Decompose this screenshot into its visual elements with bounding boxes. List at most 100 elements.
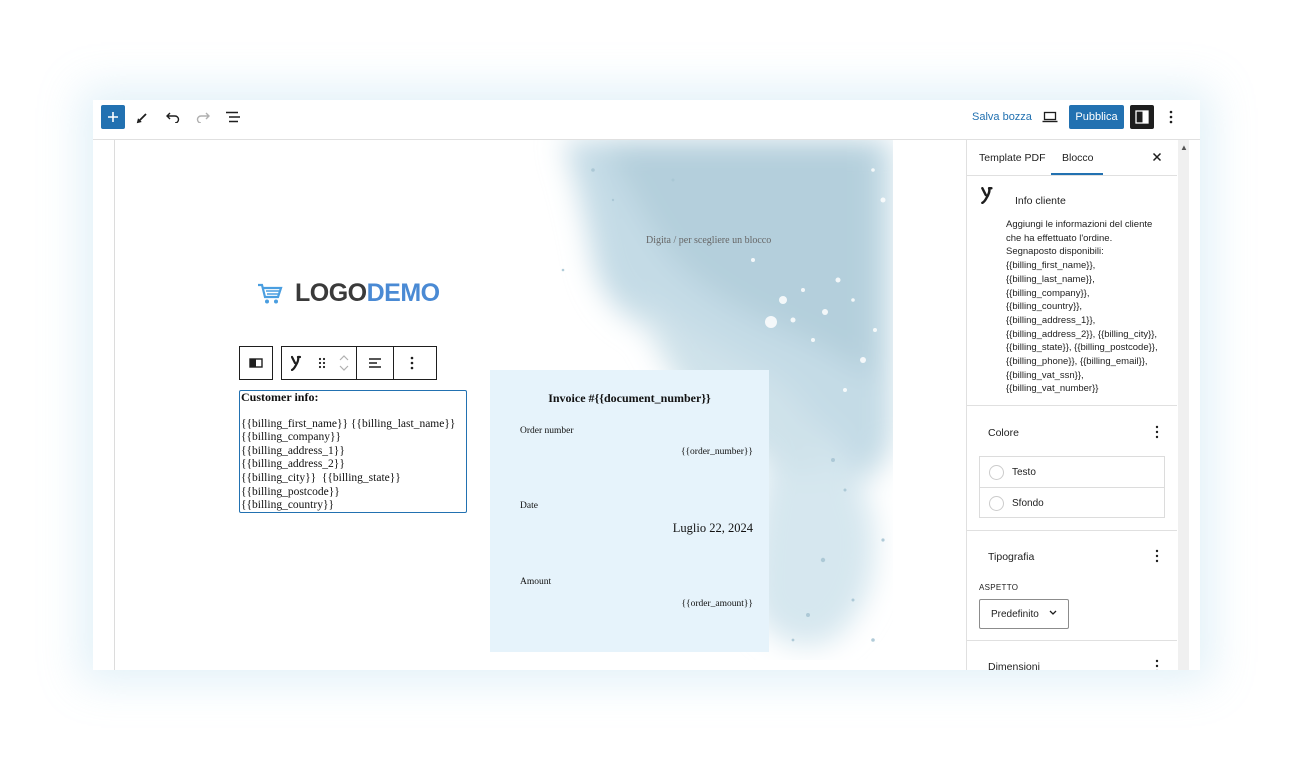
sidebar-icon: [1135, 110, 1149, 124]
date-label: Date: [520, 501, 538, 511]
customer-info-block[interactable]: Customer info: {{billing_first_name}} {{…: [239, 390, 467, 513]
sidebar-scrollbar[interactable]: [1178, 140, 1189, 670]
color-options: Testo Sfondo: [979, 456, 1165, 518]
description-line: {{billing_country}},: [1006, 301, 1083, 313]
aspect-select[interactable]: Predefinito: [979, 599, 1069, 629]
logo[interactable]: LOGODEMO: [257, 279, 440, 308]
aspect-label: ASPETTO: [979, 583, 1019, 592]
description-line: che ha effettuato l'ordine.: [1006, 232, 1113, 244]
block-options-button[interactable]: [393, 347, 430, 379]
panel-divider: [967, 405, 1177, 406]
redo-button[interactable]: [191, 105, 215, 129]
color-swatch: [989, 495, 1004, 511]
text-color-option[interactable]: Testo: [980, 457, 1164, 488]
kebab-icon: [410, 356, 414, 370]
typography-panel-title[interactable]: Tipografia: [988, 551, 1034, 563]
pencil-icon: [136, 113, 147, 124]
plus-icon: [108, 112, 118, 122]
scroll-up-icon[interactable]: ▲: [1180, 143, 1188, 152]
add-block-button[interactable]: [101, 105, 125, 129]
customer-line: {{billing_postcode}}: [241, 485, 340, 498]
yith-logo-icon: [291, 355, 302, 371]
align-text-button[interactable]: [356, 347, 393, 379]
editor-canvas[interactable]: Digita / per scegliere un blocco LOGODEM…: [93, 140, 966, 670]
settings-sidebar: Template PDF Blocco ▲ Info cliente Aggiu…: [966, 140, 1200, 670]
block-info-title: Info cliente: [1015, 195, 1066, 207]
editor-toolbar: Salva bozza Pubblica: [93, 100, 1200, 140]
block-toolbar: [281, 346, 437, 380]
description-line: Aggiungi le informazioni del cliente: [1006, 219, 1153, 230]
panel-divider: [967, 530, 1177, 531]
editor-window: Salva bozza Pubblica Digita / per scegli…: [93, 100, 1200, 670]
publish-button[interactable]: Pubblica: [1069, 105, 1124, 129]
color-swatch: [989, 464, 1004, 480]
undo-icon: [166, 112, 180, 123]
customer-line: {{billing_address_2}}: [241, 458, 345, 471]
undo-button[interactable]: [161, 105, 185, 129]
settings-sidebar-toggle[interactable]: [1130, 105, 1154, 129]
invoice-block[interactable]: Invoice #{{document_number}} Order numbe…: [490, 370, 769, 652]
active-tab-indicator: [1051, 173, 1103, 175]
block-parent-select-button[interactable]: [239, 346, 273, 380]
block-mover[interactable]: [332, 347, 356, 379]
block-info-description: Aggiungi le informazioni del cliente che…: [1006, 218, 1171, 396]
tools-button[interactable]: [131, 105, 155, 129]
save-draft-button[interactable]: Salva bozza: [972, 111, 1032, 123]
align-left-icon: [369, 358, 381, 368]
amount-value: {{order_amount}}: [681, 599, 753, 609]
description-line: {{billing_last_name}},: [1006, 273, 1095, 285]
description-line: {{billing_vat_number}}: [1006, 383, 1099, 395]
customer-line: {{billing_city}} {{billing_state}}: [241, 471, 401, 484]
chevron-down-icon: [1049, 610, 1057, 615]
customer-line: {{billing_first_name}} {{billing_last_na…: [241, 417, 456, 430]
drag-icon: [318, 357, 326, 369]
description-line: {{billing_vat_ssn}},: [1006, 369, 1084, 381]
background-color-label: Sfondo: [1012, 497, 1044, 509]
logo-text-dark: LOGO: [295, 279, 367, 307]
document-overview-button[interactable]: [221, 105, 245, 129]
customer-line: {{billing_address_1}}: [241, 444, 345, 457]
order-number-label: Order number: [520, 426, 574, 436]
options-menu-button[interactable]: [1159, 105, 1183, 129]
logo-text-blue: DEMO: [366, 279, 441, 307]
background-color-option[interactable]: Sfondo: [980, 488, 1164, 518]
shopping-cart-icon: [258, 283, 283, 303]
amount-label: Amount: [520, 577, 552, 587]
description-line: {{billing_address_1}},: [1006, 314, 1096, 326]
chevron-up-icon[interactable]: [339, 355, 349, 361]
drag-handle[interactable]: [312, 347, 332, 379]
aspect-select-value: Predefinito: [991, 608, 1039, 620]
color-panel-title[interactable]: Colore: [988, 427, 1019, 439]
preview-button[interactable]: [1038, 105, 1062, 129]
list-view-icon: [226, 111, 240, 123]
tab-template-pdf[interactable]: Template PDF: [979, 152, 1046, 164]
kebab-icon[interactable]: [1151, 549, 1163, 563]
yith-logo-icon: [981, 187, 993, 204]
close-icon[interactable]: [1149, 149, 1165, 165]
redo-icon: [196, 112, 210, 123]
description-line: {{billing_company}},: [1006, 287, 1090, 299]
kebab-icon[interactable]: [1151, 659, 1163, 670]
tab-block[interactable]: Blocco: [1062, 152, 1094, 164]
description-line: {{billing_phone}}, {{billing_email}},: [1006, 356, 1148, 368]
logo-text: LOGODEMO: [295, 279, 440, 308]
panel-divider: [967, 640, 1177, 641]
customer-line: {{billing_company}}: [241, 431, 342, 444]
block-type-button[interactable]: [282, 347, 312, 379]
text-color-label: Testo: [1012, 466, 1036, 478]
columns-icon: [249, 358, 263, 368]
order-number-value: {{order_number}}: [680, 447, 753, 457]
description-line: {{billing_first_name}},: [1006, 260, 1096, 272]
dimensions-panel-title[interactable]: Dimensioni: [988, 661, 1040, 670]
kebab-icon[interactable]: [1151, 425, 1163, 439]
customer-info-title: Customer info:: [241, 390, 319, 404]
block-placeholder[interactable]: Digita / per scegliere un blocco: [646, 235, 771, 246]
description-line: {{billing_state}}, {{billing_postcode}},: [1006, 342, 1158, 354]
customer-line: {{billing_country}}: [241, 499, 334, 512]
description-line: Segnaposto disponibili:: [1006, 246, 1104, 258]
description-line: {{billing_address_2}}, {{billing_city}},: [1006, 328, 1158, 340]
date-value: Luglio 22, 2024: [672, 521, 753, 535]
laptop-icon: [1042, 111, 1058, 123]
chevron-down-icon[interactable]: [339, 365, 349, 371]
sidebar-tabs: Template PDF Blocco: [967, 140, 1177, 176]
